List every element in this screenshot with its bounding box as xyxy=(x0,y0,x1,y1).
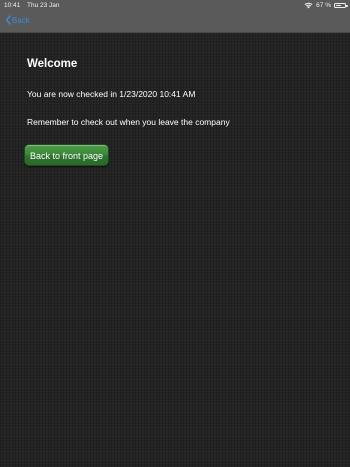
back-to-front-page-button[interactable]: Back to front page xyxy=(24,144,109,166)
checked-in-message: You are now checked in 1/23/2020 10:41 A… xyxy=(27,89,196,99)
back-label: Back xyxy=(12,15,30,25)
wifi-icon xyxy=(304,2,313,9)
status-time: 10:41 xyxy=(4,2,21,9)
status-right: 67 % xyxy=(304,0,348,11)
back-button[interactable]: Back xyxy=(5,15,30,25)
status-left: 10:41 Thu 23 Jan xyxy=(4,0,65,11)
status-bar: 10:41 Thu 23 Jan 67 % xyxy=(0,0,350,11)
battery-percent: 67 % xyxy=(316,2,331,9)
battery-icon xyxy=(334,3,348,8)
page-title: Welcome xyxy=(27,58,78,70)
navigation-bar: Back xyxy=(0,11,350,33)
reminder-message: Remember to check out when you leave the… xyxy=(27,117,230,127)
status-date: Thu 23 Jan xyxy=(26,2,60,9)
chevron-left-icon xyxy=(5,15,11,25)
battery-fill xyxy=(336,5,341,6)
